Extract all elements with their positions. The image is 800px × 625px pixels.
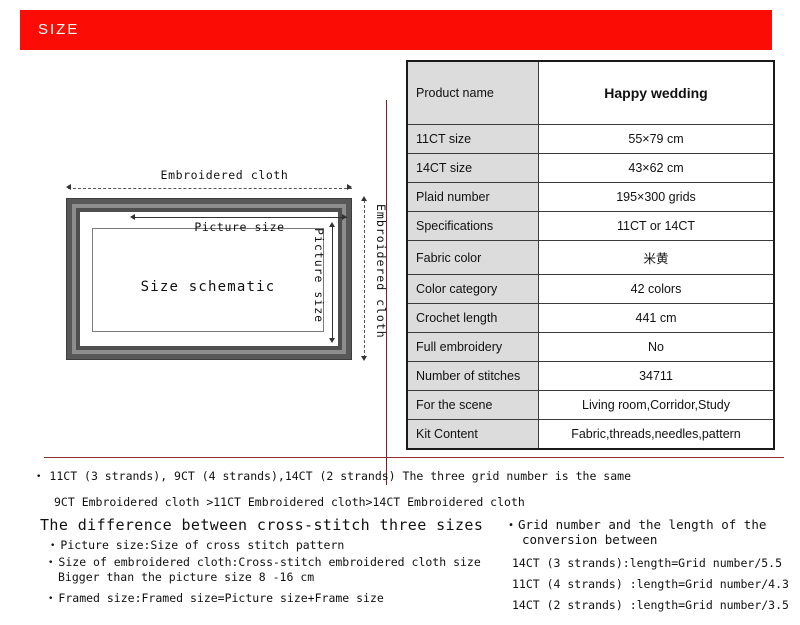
arrow-left-icon	[66, 184, 71, 190]
arrow-down-icon	[361, 356, 367, 361]
spec-value: Happy wedding	[538, 60, 775, 125]
arrow-down-icon	[329, 338, 335, 343]
schematic-top-label: Embroidered cloth	[160, 168, 289, 182]
table-row: Color category 42 colors	[406, 274, 775, 304]
table-row: For the scene Living room,Corridor,Study	[406, 390, 775, 420]
spec-value: 米黄	[538, 240, 775, 275]
spec-value: 42 colors	[538, 274, 775, 304]
picture-width-dimension-line	[132, 217, 347, 218]
list-item-text: Size of embroidered cloth:Cross-stitch e…	[58, 555, 481, 569]
spec-label: Full embroidery	[406, 332, 539, 362]
note-strand-equivalence: • 11CT (3 strands), 9CT (4 strands),14CT …	[36, 469, 631, 483]
table-row: Plaid number 195×300 grids	[406, 182, 775, 212]
spec-value: 55×79 cm	[538, 124, 775, 154]
size-header-bar: SIZE	[20, 10, 772, 50]
list-item-continuation: Bigger than the picture size 8 -16 cm	[58, 570, 315, 584]
list-item: • Framed size:Framed size=Picture size+Fr…	[48, 591, 384, 605]
bullet-icon: •	[48, 557, 54, 568]
note-line-1-text: 11CT (3 strands), 9CT (4 strands),14CT (…	[49, 469, 632, 483]
spec-label: Color category	[406, 274, 539, 304]
table-row: Specifications 11CT or 14CT	[406, 211, 775, 241]
arrow-up-icon	[361, 196, 367, 201]
spec-label: For the scene	[406, 390, 539, 420]
spec-label: Crochet length	[406, 303, 539, 333]
arrow-right-icon	[342, 213, 347, 220]
conversion-formula-14ct-2strands: 14CT (2 strands) :length=Grid number/3.5	[512, 598, 789, 612]
table-row: Crochet length 441 cm	[406, 303, 775, 333]
list-item-text: Picture size:Size of cross stitch patter…	[60, 538, 345, 552]
spec-label: Number of stitches	[406, 361, 539, 391]
table-row: 11CT size 55×79 cm	[406, 124, 775, 154]
embroidered-cloth-height-dimension-line	[364, 200, 366, 358]
spec-value: Living room,Corridor,Study	[538, 390, 775, 420]
spec-value: 11CT or 14CT	[538, 211, 775, 241]
table-row: Full embroidery No	[406, 332, 775, 362]
list-item-text: Framed size:Framed size=Picture size+Fra…	[58, 591, 384, 605]
page-title: SIZE	[38, 21, 80, 38]
spec-label: Specifications	[406, 211, 539, 241]
spec-value: Fabric,threads,needles,pattern	[538, 419, 775, 450]
table-row: Number of stitches 34711	[406, 361, 775, 391]
bottom-right-heading: • Grid number and the length of the	[508, 517, 766, 532]
picture-height-dimension-line	[332, 226, 333, 341]
conversion-formula-11ct-4strands: 11CT (4 strands) :length=Grid number/4.3	[512, 577, 789, 591]
spec-label: 14CT size	[406, 153, 539, 183]
list-item: • Picture size:Size of cross stitch patte…	[50, 538, 344, 552]
table-row: Fabric color 米黄	[406, 240, 775, 275]
schematic-center-label: Size schematic	[140, 279, 276, 296]
spec-label: 11CT size	[406, 124, 539, 154]
spec-value: 441 cm	[538, 303, 775, 333]
arrow-left-icon	[130, 213, 135, 220]
spec-table-body: Product name Happy wedding 11CT size 55×…	[406, 60, 775, 450]
note-cloth-size-order: 9CT Embroidered cloth >11CT Embroidered …	[54, 495, 525, 509]
arrow-right-icon	[347, 184, 352, 190]
picture-size-vertical-label: Picture size	[312, 228, 326, 324]
conversion-formula-14ct-3strands: 14CT (3 strands):length=Grid number/5.5	[512, 556, 783, 570]
table-row: Kit Content Fabric,threads,needles,patte…	[406, 419, 775, 450]
arrow-up-icon	[329, 222, 335, 227]
bullet-icon: •	[50, 540, 56, 551]
spec-value: 34711	[538, 361, 775, 391]
spec-value: 195×300 grids	[538, 182, 775, 212]
size-schematic-diagram: Embroidered cloth Size schematic Picture…	[44, 168, 388, 383]
table-row: 14CT size 43×62 cm	[406, 153, 775, 183]
bottom-left-heading: The difference between cross-stitch thre…	[40, 516, 484, 534]
spec-label: Fabric color	[406, 240, 539, 275]
bullet-icon: •	[508, 520, 515, 531]
bottom-right-heading-text: Grid number and the length of the	[518, 517, 767, 532]
table-row: Product name Happy wedding	[406, 60, 775, 125]
product-specification-table: Product name Happy wedding 11CT size 55×…	[406, 60, 775, 450]
picture-area-box: Size schematic	[92, 228, 324, 332]
spec-value: 43×62 cm	[538, 153, 775, 183]
spec-label: Product name	[406, 60, 539, 125]
bullet-icon: •	[36, 471, 42, 482]
spec-value: No	[538, 332, 775, 362]
embroidered-cloth-vertical-label: Embroidered cloth	[374, 204, 388, 339]
bottom-right-heading-continuation: conversion between	[522, 532, 658, 547]
embroidered-cloth-width-dimension-line	[68, 188, 352, 190]
bullet-icon: •	[48, 593, 54, 604]
list-item: • Size of embroidered cloth:Cross-stitch …	[48, 555, 481, 569]
horizontal-divider	[44, 457, 784, 458]
spec-label: Kit Content	[406, 419, 539, 450]
spec-label: Plaid number	[406, 182, 539, 212]
